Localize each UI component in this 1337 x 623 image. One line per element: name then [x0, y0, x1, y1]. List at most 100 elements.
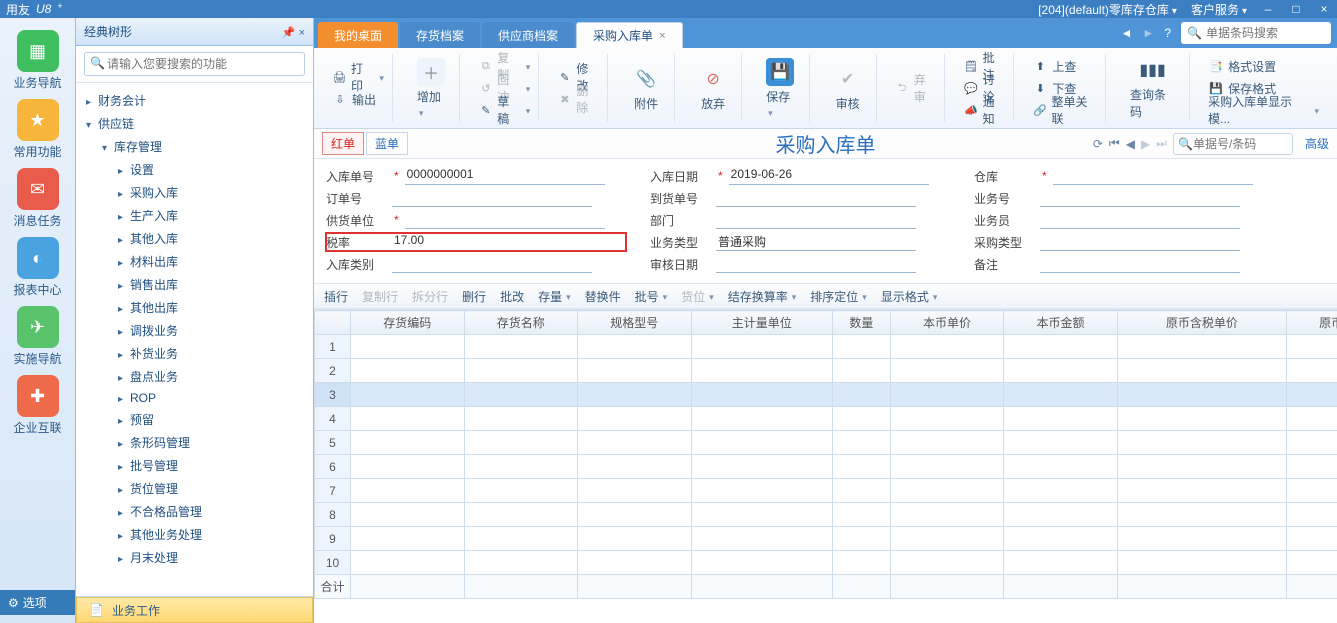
- red-voucher-toggle[interactable]: 红单: [322, 132, 364, 155]
- grid-cell[interactable]: [464, 503, 578, 527]
- insert-row-button[interactable]: 插行: [324, 288, 348, 305]
- tree-node[interactable]: ▸销售出库: [76, 273, 313, 296]
- tree-node[interactable]: ▸货位管理: [76, 477, 313, 500]
- copy-row-button[interactable]: 复制行: [362, 288, 398, 305]
- grid-cell[interactable]: [1286, 479, 1337, 503]
- chevron-icon[interactable]: ▸: [118, 304, 128, 315]
- format-settings-button[interactable]: 📑格式设置: [1208, 56, 1319, 76]
- grid-cell[interactable]: [351, 359, 465, 383]
- grid-cell[interactable]: [890, 359, 1004, 383]
- grid-cell[interactable]: [691, 455, 832, 479]
- attach-button[interactable]: 📎附件: [626, 63, 666, 114]
- grid-cell[interactable]: [578, 503, 692, 527]
- grid-cell[interactable]: [832, 407, 890, 431]
- grid-cell[interactable]: [1004, 479, 1118, 503]
- grid-cell[interactable]: [464, 335, 578, 359]
- detail-grid[interactable]: 存货编码存货名称规格型号主计量单位数量本币单价本币金额原币含税单价原币单价原币金…: [314, 310, 1337, 599]
- col-header[interactable]: 本币单价: [890, 311, 1004, 335]
- next-record-icon[interactable]: ▶: [1141, 137, 1150, 151]
- field-salesman[interactable]: 业务员: [974, 211, 1274, 229]
- chevron-icon[interactable]: ▸: [118, 327, 128, 338]
- tree-node[interactable]: ▾库存管理: [76, 135, 313, 158]
- tree-node[interactable]: ▸补货业务: [76, 342, 313, 365]
- grid-cell[interactable]: [464, 431, 578, 455]
- grid-cell[interactable]: [578, 551, 692, 575]
- row-number[interactable]: 3: [315, 383, 351, 407]
- col-header[interactable]: 数量: [832, 311, 890, 335]
- relate-button[interactable]: 🔗整单关联: [1032, 100, 1097, 120]
- grid-cell[interactable]: [832, 527, 890, 551]
- discard-button[interactable]: ⊘放弃: [693, 63, 733, 114]
- grid-cell[interactable]: [351, 407, 465, 431]
- tree-node[interactable]: ▸ROP: [76, 388, 313, 408]
- field-purchase-type[interactable]: 采购类型: [974, 233, 1274, 251]
- grid-cell[interactable]: [1004, 407, 1118, 431]
- grid-cell[interactable]: [1117, 359, 1286, 383]
- tab-close-icon[interactable]: ×: [659, 30, 665, 42]
- grid-cell[interactable]: [1004, 359, 1118, 383]
- row-number[interactable]: 1: [315, 335, 351, 359]
- field-warehouse[interactable]: 仓库*: [974, 167, 1274, 185]
- window-max[interactable]: □: [1289, 2, 1303, 16]
- chevron-icon[interactable]: ▸: [118, 350, 128, 361]
- grid-cell[interactable]: [578, 383, 692, 407]
- grid-cell[interactable]: [890, 551, 1004, 575]
- tree-node[interactable]: ▸条形码管理: [76, 431, 313, 454]
- grid-row[interactable]: 5: [315, 431, 1337, 455]
- display-format-button[interactable]: 显示格式: [881, 288, 938, 305]
- grid-cell[interactable]: [351, 551, 465, 575]
- grid-cell[interactable]: [832, 551, 890, 575]
- grid-cell[interactable]: [1117, 407, 1286, 431]
- grid-cell[interactable]: [351, 431, 465, 455]
- grid-cell[interactable]: [691, 383, 832, 407]
- dock-item[interactable]: ★常用功能: [6, 95, 70, 164]
- display-model-button[interactable]: 采购入库单显示模...: [1208, 100, 1319, 120]
- col-header[interactable]: 存货编码: [351, 311, 465, 335]
- chevron-icon[interactable]: ▸: [118, 394, 128, 405]
- tree-node[interactable]: ▸设置: [76, 158, 313, 181]
- grid-cell[interactable]: [464, 551, 578, 575]
- grid-cell[interactable]: [1117, 503, 1286, 527]
- grid-cell[interactable]: [1286, 455, 1337, 479]
- tree-node[interactable]: ▸财务会计: [76, 89, 313, 112]
- audit-button[interactable]: ✔审核: [828, 63, 868, 114]
- col-header[interactable]: 原币单价: [1286, 311, 1337, 335]
- grid-cell[interactable]: [1117, 383, 1286, 407]
- doc-barcode-input[interactable]: [1206, 26, 1316, 40]
- notify-button[interactable]: 📣通知: [963, 100, 1005, 120]
- grid-cell[interactable]: [890, 431, 1004, 455]
- tree-node[interactable]: ▸月末处理: [76, 546, 313, 569]
- field-receipt-category[interactable]: 入库类别: [326, 255, 626, 273]
- chevron-icon[interactable]: ▸: [118, 373, 128, 384]
- chevron-icon[interactable]: ▸: [118, 531, 128, 542]
- chevron-icon[interactable]: ▸: [86, 97, 96, 108]
- batch-edit-button[interactable]: 批改: [500, 288, 524, 305]
- grid-cell[interactable]: [1004, 527, 1118, 551]
- stock-button[interactable]: 存量: [538, 288, 571, 305]
- grid-cell[interactable]: [464, 383, 578, 407]
- sidebar-search-input[interactable]: [84, 52, 305, 76]
- grid-cell[interactable]: [691, 407, 832, 431]
- grid-row[interactable]: 9: [315, 527, 1337, 551]
- col-header[interactable]: 原币含税单价: [1117, 311, 1286, 335]
- grid-cell[interactable]: [1004, 335, 1118, 359]
- chevron-icon[interactable]: ▸: [118, 416, 128, 427]
- detail-grid-wrap[interactable]: 存货编码存货名称规格型号主计量单位数量本币单价本币金额原币含税单价原币单价原币金…: [314, 309, 1337, 623]
- chevron-icon[interactable]: ▸: [118, 166, 128, 177]
- tab[interactable]: 我的桌面: [318, 22, 398, 48]
- grid-cell[interactable]: [351, 455, 465, 479]
- grid-cell[interactable]: [578, 431, 692, 455]
- field-audit-date[interactable]: 审核日期: [650, 255, 950, 273]
- row-number[interactable]: 10: [315, 551, 351, 575]
- row-number[interactable]: 6: [315, 455, 351, 479]
- chevron-icon[interactable]: ▸: [118, 281, 128, 292]
- chevron-icon[interactable]: ▸: [118, 189, 128, 200]
- field-receipt-no[interactable]: 入库单号*0000000001: [326, 167, 626, 185]
- advanced-search-link[interactable]: 高级: [1305, 135, 1329, 152]
- tree-node[interactable]: ▸生产入库: [76, 204, 313, 227]
- doc-number-input[interactable]: [1193, 137, 1283, 151]
- grid-row[interactable]: 1: [315, 335, 1337, 359]
- chevron-icon[interactable]: ▸: [118, 462, 128, 473]
- grid-cell[interactable]: [578, 527, 692, 551]
- grid-cell[interactable]: [691, 551, 832, 575]
